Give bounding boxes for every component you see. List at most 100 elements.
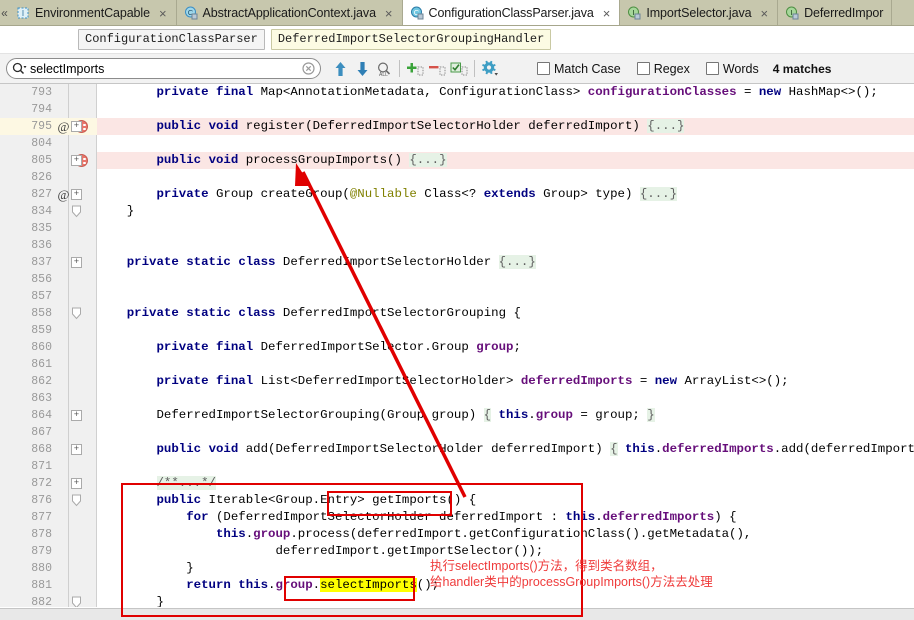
code-line[interactable]: 864 + DeferredImportSelectorGrouping(Grou… xyxy=(0,407,914,424)
code-text[interactable]: private static class DeferredImportSelec… xyxy=(97,305,914,322)
close-icon[interactable]: × xyxy=(602,7,612,20)
fold-expand-icon[interactable]: + xyxy=(71,155,82,166)
code-line[interactable]: 856 xyxy=(0,271,914,288)
code-text[interactable]: } xyxy=(97,594,914,607)
fold-collapse-icon[interactable] xyxy=(71,205,82,218)
breadcrumb-item-class[interactable]: ConfigurationClassParser xyxy=(78,29,265,50)
code-text[interactable]: /**...*/ xyxy=(97,475,914,492)
editor-tab-deferredimport[interactable]: I DeferredImpor xyxy=(778,0,893,25)
checkbox-box[interactable] xyxy=(537,62,550,75)
search-field-wrapper[interactable] xyxy=(6,58,321,79)
match-case-checkbox[interactable]: Match Case xyxy=(537,62,621,76)
code-lines-container[interactable]: 793 private final Map<AnnotationMetadata… xyxy=(0,84,914,607)
fold-collapse-icon[interactable] xyxy=(71,596,82,607)
code-line[interactable]: 793 private final Map<AnnotationMetadata… xyxy=(0,84,914,101)
fold-expand-icon[interactable]: + xyxy=(71,257,82,268)
close-icon[interactable]: × xyxy=(384,7,394,20)
code-text[interactable]: private final DeferredImportSelector.Gro… xyxy=(97,339,914,356)
clear-search-icon[interactable] xyxy=(302,62,316,75)
code-editor[interactable]: 793 private final Map<AnnotationMetadata… xyxy=(0,84,914,607)
code-line[interactable]: 879 deferredImport.getImportSelector()); xyxy=(0,543,914,560)
editor-tab-abstractapplicationcontext[interactable]: C AbstractApplicationContext.java × xyxy=(176,0,403,25)
code-line[interactable]: 827 @ + private Group createGroup(@Nullabl… xyxy=(0,186,914,203)
search-icon[interactable] xyxy=(12,62,28,76)
checkbox-box[interactable] xyxy=(705,62,719,75)
line-number: 867 xyxy=(31,426,52,439)
select-all-occurrences-button[interactable] xyxy=(448,57,470,81)
code-line[interactable]: 861 xyxy=(0,356,914,373)
fold-expand-icon[interactable]: + xyxy=(71,189,82,200)
code-line[interactable]: 857 xyxy=(0,288,914,305)
code-text[interactable]: public void processGroupImports() {...} xyxy=(97,152,914,169)
words-checkbox[interactable]: Words xyxy=(705,61,759,76)
editor-tab-environmentcapable[interactable]: I EnvironmentCapable × xyxy=(9,0,177,25)
code-line[interactable]: 795 @ + public void register(DeferredImpor… xyxy=(0,118,914,135)
code-line[interactable]: 858 private static class DeferredImportS… xyxy=(0,305,914,322)
code-line[interactable]: 826 xyxy=(0,169,914,186)
line-number: 863 xyxy=(31,392,52,405)
code-text[interactable]: private final List<DeferredImportSelecto… xyxy=(97,373,914,390)
code-text[interactable]: private Group createGroup(@Nullable Clas… xyxy=(97,186,914,203)
code-line[interactable]: 794 xyxy=(0,101,914,118)
find-all-button[interactable]: ALL xyxy=(373,57,395,81)
code-text[interactable]: deferredImport.getImportSelector()); xyxy=(97,543,914,560)
code-text[interactable]: private static class DeferredImportSelec… xyxy=(97,254,914,271)
fold-expand-icon[interactable]: + xyxy=(71,444,82,455)
find-previous-button[interactable] xyxy=(329,57,351,81)
breadcrumb-item-inner-class[interactable]: DeferredImportSelectorGroupingHandler xyxy=(270,29,552,50)
line-number: 856 xyxy=(31,273,52,286)
code-text[interactable]: public void register(DeferredImportSelec… xyxy=(97,118,914,135)
code-line[interactable]: 835 xyxy=(0,220,914,237)
fold-expand-icon[interactable]: + xyxy=(71,121,82,132)
code-line[interactable]: 877 for (DeferredImportSelectorHolder de… xyxy=(0,509,914,526)
fold-collapse-icon[interactable] xyxy=(71,494,82,507)
code-line[interactable]: 871 xyxy=(0,458,914,475)
code-text[interactable]: public void add(DeferredImportSelectorHo… xyxy=(97,441,914,458)
editor-tab-importselector[interactable]: I ImportSelector.java × xyxy=(620,0,779,25)
code-text[interactable]: DeferredImportSelectorGrouping(Group gro… xyxy=(97,407,914,424)
code-line[interactable]: 859 xyxy=(0,322,914,339)
code-text[interactable]: this.group.process(deferredImport.getCon… xyxy=(97,526,914,543)
code-text[interactable]: return this.group.selectImports(); xyxy=(97,577,914,594)
code-text[interactable]: } xyxy=(97,203,914,220)
close-icon[interactable]: × xyxy=(158,7,168,20)
code-line[interactable]: 867 xyxy=(0,424,914,441)
code-line[interactable]: 863 xyxy=(0,390,914,407)
code-line[interactable]: 805 + public void processGroupImports() {… xyxy=(0,152,914,169)
code-line[interactable]: 880 } xyxy=(0,560,914,577)
find-next-button[interactable] xyxy=(351,57,373,81)
code-line[interactable]: 837 + private static class DeferredImport… xyxy=(0,254,914,271)
tabs-overflow-left[interactable]: « xyxy=(0,0,9,25)
code-line[interactable]: 860 private final DeferredImportSelector… xyxy=(0,339,914,356)
regex-checkbox[interactable]: Regex xyxy=(636,62,690,76)
code-line[interactable]: 862 private final List<DeferredImportSel… xyxy=(0,373,914,390)
editor-tab-configurationclassparser[interactable]: C ConfigurationClassParser.java × xyxy=(402,0,621,25)
close-icon[interactable]: × xyxy=(759,7,769,20)
gutter-icons xyxy=(56,220,96,237)
code-text[interactable]: for (DeferredImportSelectorHolder deferr… xyxy=(97,509,914,526)
words-label: Words xyxy=(722,61,759,76)
code-line[interactable]: 804 xyxy=(0,135,914,152)
fold-expand-icon[interactable]: + xyxy=(71,478,82,489)
code-line[interactable]: 836 xyxy=(0,237,914,254)
code-text[interactable]: public Iterable<Group.Entry> getImports(… xyxy=(97,492,914,509)
override-method-icon[interactable]: @ xyxy=(56,119,71,134)
code-line[interactable]: 881 return this.group.selectImports(); xyxy=(0,577,914,594)
fold-expand-icon[interactable]: + xyxy=(71,410,82,421)
code-line[interactable]: 872 + /**...*/ xyxy=(0,475,914,492)
code-line[interactable]: 868 + public void add(DeferredImportSelec… xyxy=(0,441,914,458)
code-line[interactable]: 882 } xyxy=(0,594,914,607)
add-occurrence-button[interactable] xyxy=(404,57,426,81)
code-line[interactable]: 876 public Iterable<Group.Entry> getImpo… xyxy=(0,492,914,509)
fold-collapse-icon[interactable] xyxy=(71,307,82,320)
checkbox-box[interactable] xyxy=(636,62,650,75)
find-settings-button[interactable] xyxy=(479,57,501,81)
code-line[interactable]: 834 } xyxy=(0,203,914,220)
search-input[interactable] xyxy=(28,60,302,77)
code-line[interactable]: 878 this.group.process(deferredImport.ge… xyxy=(0,526,914,543)
code-text[interactable]: private final Map<AnnotationMetadata, Co… xyxy=(97,84,914,101)
code-text[interactable]: } xyxy=(97,560,914,577)
override-method-icon[interactable]: @ xyxy=(56,187,71,202)
class-icon: C xyxy=(184,6,198,20)
remove-occurrence-button[interactable] xyxy=(426,57,448,81)
